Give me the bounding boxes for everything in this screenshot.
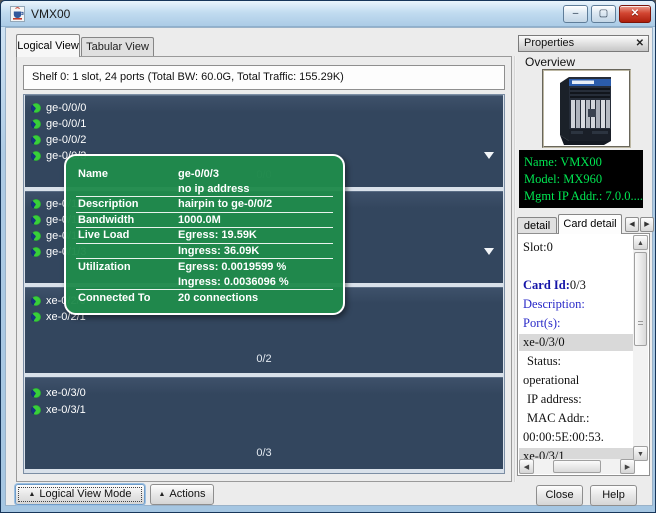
port-status-icon xyxy=(31,215,41,225)
port-status-icon xyxy=(31,312,41,322)
port-status-icon xyxy=(31,231,41,241)
device-name: Name: VMX00 xyxy=(524,154,643,171)
pic-label: 0/3 xyxy=(25,447,503,459)
tooltip-row: Bandwidth1000.0M xyxy=(76,213,333,229)
close-properties-icon[interactable]: ✕ xyxy=(636,36,644,51)
overview-label: Overview xyxy=(525,55,575,69)
tooltip-row: Ingress: 0.0036096 % xyxy=(76,275,333,291)
port-status-icon xyxy=(31,119,41,129)
port-status-icon xyxy=(31,405,41,415)
close-button[interactable]: Close xyxy=(536,485,583,506)
java-app-icon xyxy=(10,6,25,22)
status-value: operational xyxy=(523,373,579,388)
port-label: xe-0/3/1 xyxy=(46,404,86,416)
mac-addr-label: MAC Addr.: xyxy=(523,411,590,426)
card-detail-pane: Slot:0 Card Id:0/3 Description: Port(s):… xyxy=(517,233,650,476)
port-status-icon xyxy=(31,199,41,209)
port-label: ge-0/0/0 xyxy=(46,102,86,114)
ip-address-label: IP address: xyxy=(523,392,582,407)
port-status-icon xyxy=(31,103,41,113)
vertical-scrollbar[interactable]: ▲ ▼ xyxy=(633,235,648,461)
minimize-button[interactable]: – xyxy=(563,5,588,23)
panel-splitter[interactable] xyxy=(514,56,516,482)
port-xe-0-3-1[interactable]: xe-0/3/1 xyxy=(31,402,86,417)
port-status-icon xyxy=(31,247,41,257)
tooltip-row: Ingress: 36.09K xyxy=(76,244,333,260)
port-tooltip: Namege-0/0/3 no ip address Descriptionha… xyxy=(64,154,345,315)
properties-header: Properties ✕ xyxy=(518,35,649,52)
ports-label: Port(s): xyxy=(523,316,561,331)
scroll-down-icon[interactable]: ▼ xyxy=(633,446,648,461)
application-window: VMX00 – ▢ ✕ Logical View Tabular View Sh… xyxy=(0,0,656,513)
window-title: VMX00 xyxy=(31,7,70,21)
scroll-left-icon[interactable]: ◀ xyxy=(519,459,534,474)
collapse-arrow-icon: ▲ xyxy=(158,491,165,498)
port-status-icon xyxy=(31,296,41,306)
tab-scroll-right-icon[interactable]: ▶ xyxy=(640,217,654,232)
collapse-arrow-icon: ▲ xyxy=(28,491,35,498)
slot-value: Slot:0 xyxy=(523,240,553,255)
device-model: Model: MX960 xyxy=(524,171,643,188)
pic-label: 0/2 xyxy=(25,353,503,365)
tab-logical-view[interactable]: Logical View xyxy=(16,34,80,57)
help-button[interactable]: Help xyxy=(590,485,637,506)
card-id-row: Card Id:0/3 xyxy=(523,278,586,293)
port-label: xe-0/3/0 xyxy=(46,387,86,399)
status-label: Status: xyxy=(523,354,561,369)
horizontal-scroll-thumb[interactable] xyxy=(553,460,601,473)
tab-shelf-detail[interactable]: detail xyxy=(517,217,557,234)
scroll-up-icon[interactable]: ▲ xyxy=(633,235,648,250)
shelf-summary: Shelf 0: 1 slot, 24 ports (Total BW: 60.… xyxy=(23,65,505,90)
description-label: Description: xyxy=(523,297,585,312)
scroll-right-icon[interactable]: ▶ xyxy=(620,459,635,474)
port-xe-0-3-0[interactable]: xe-0/3/0 xyxy=(31,385,86,400)
more-ports-icon[interactable] xyxy=(484,152,494,159)
title-bar[interactable]: VMX00 – ▢ ✕ xyxy=(1,1,656,27)
tooltip-row: Live LoadEgress: 19.59K xyxy=(76,228,333,244)
tooltip-row: Namege-0/0/3 xyxy=(76,166,333,182)
horizontal-scrollbar[interactable]: ◀ ▶ xyxy=(519,459,635,474)
slot-panel-0-3[interactable]: xe-0/3/0 xe-0/3/1 0/3 xyxy=(25,377,503,469)
tab-scroll-left-icon[interactable]: ◀ xyxy=(625,217,639,232)
port-status-icon xyxy=(31,151,41,161)
tab-card-detail[interactable]: Card detail xyxy=(558,214,622,234)
port-ge-0-0-0[interactable]: ge-0/0/0 xyxy=(31,100,86,115)
device-summary: Name: VMX00 Model: MX960 Mgmt IP Addr.: … xyxy=(519,150,643,208)
tooltip-row: Connected To20 connections xyxy=(76,290,333,306)
logical-view-mode-button[interactable]: ▲Logical View Mode xyxy=(15,484,145,505)
device-image xyxy=(542,69,631,148)
port-label: ge-0/0/1 xyxy=(46,118,86,130)
properties-title: Properties xyxy=(524,37,574,49)
more-ports-icon[interactable] xyxy=(484,248,494,255)
tooltip-row: UtilizationEgress: 0.0019599 % xyxy=(76,259,333,275)
tooltip-row: no ip address xyxy=(76,182,333,198)
maximize-button[interactable]: ▢ xyxy=(591,5,616,23)
actions-button[interactable]: ▲Actions xyxy=(150,484,214,505)
port-ge-0-0-1[interactable]: ge-0/0/1 xyxy=(31,116,86,131)
mac-addr-value: 00:00:5E:00:53. xyxy=(523,430,604,445)
close-window-button[interactable]: ✕ xyxy=(619,5,651,23)
port-label: ge-0/0/2 xyxy=(46,134,86,146)
tooltip-row: Descriptionhairpin to ge-0/0/2 xyxy=(76,197,333,213)
port-ge-0-0-2[interactable]: ge-0/0/2 xyxy=(31,132,86,147)
port-row-xe-0-3-0[interactable]: xe-0/3/0 xyxy=(519,334,635,351)
port-status-icon xyxy=(31,135,41,145)
port-status-icon xyxy=(31,388,41,398)
device-mgmt-ip: Mgmt IP Addr.: 7.0.0.... xyxy=(524,188,643,205)
client-area: Logical View Tabular View Shelf 0: 1 slo… xyxy=(5,27,653,506)
vertical-scroll-thumb[interactable] xyxy=(634,252,647,346)
tab-tabular-view[interactable]: Tabular View xyxy=(81,37,154,57)
